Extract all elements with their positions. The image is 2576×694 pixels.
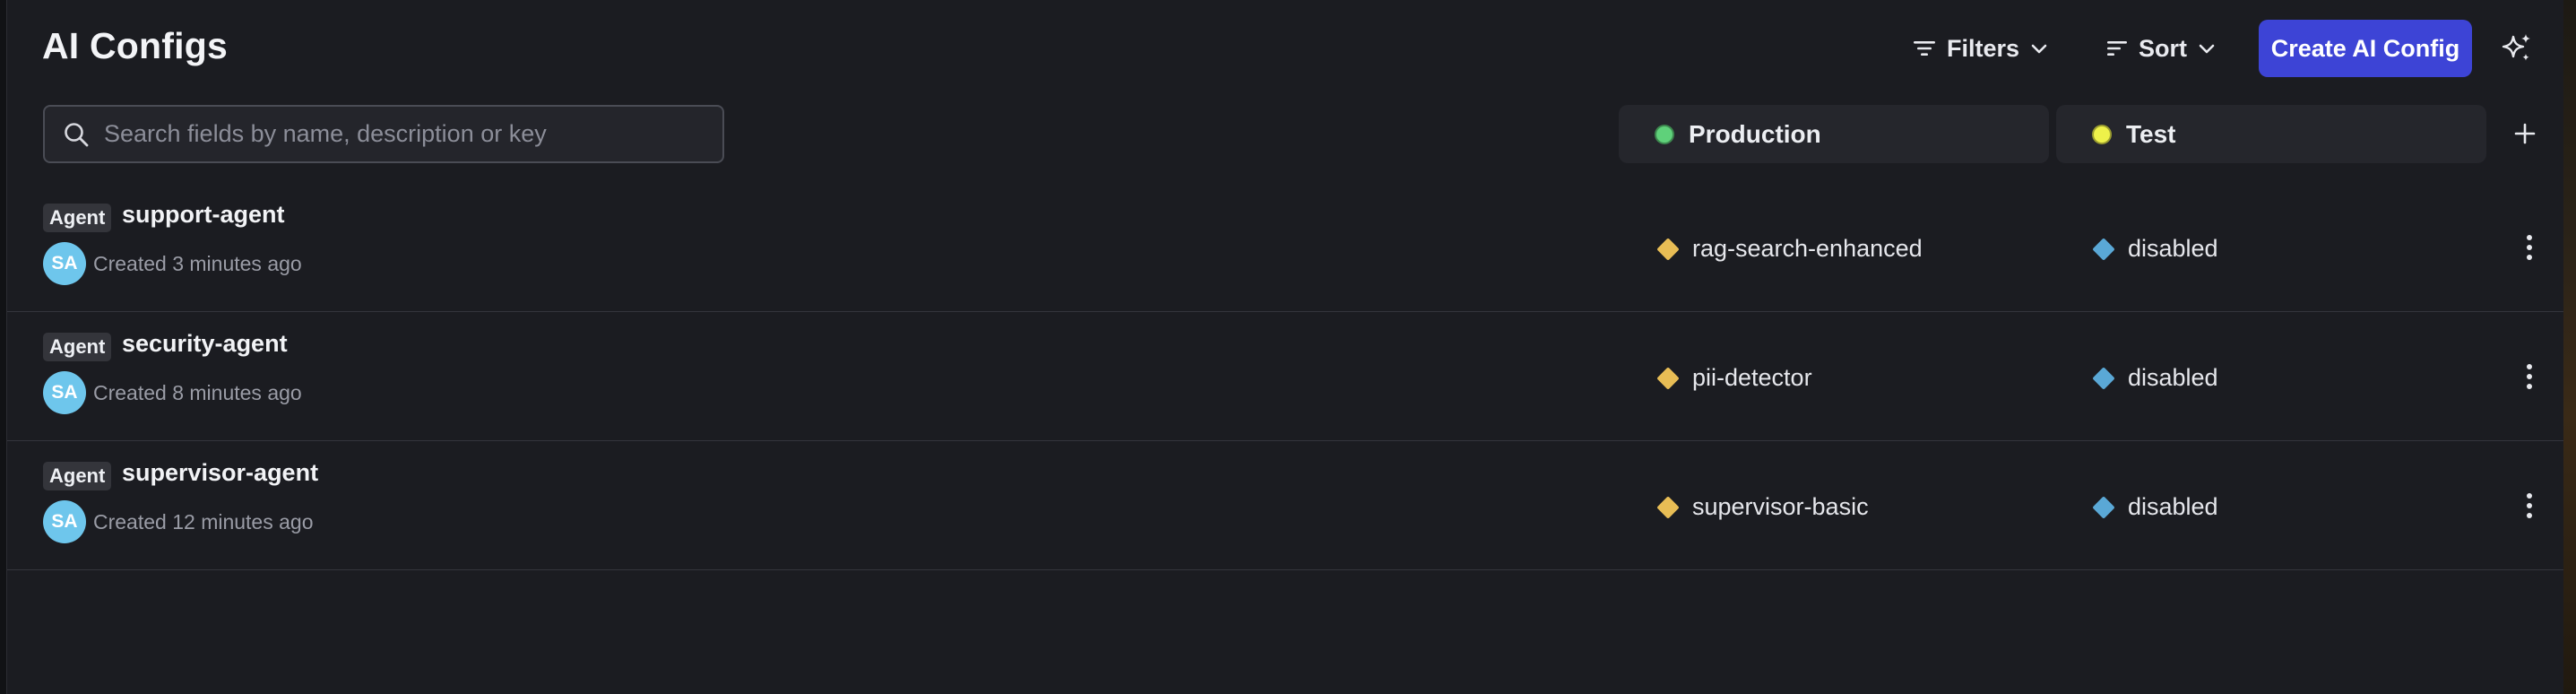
sort-label: Sort [2139,34,2187,62]
sort-icon [2107,41,2127,56]
sparkle-icon [2502,34,2530,61]
production-variation[interactable]: rag-search-enhanced [1656,235,1923,263]
config-row[interactable]: Agent support-agent SA Created 3 minutes… [7,183,2563,312]
diamond-icon [1656,366,1680,390]
plus-icon [2514,123,2536,144]
config-name-link[interactable]: support-agent [122,201,285,229]
create-ai-config-button[interactable]: Create AI Config [2259,20,2472,77]
variation-name: disabled [2128,235,2218,262]
sort-button[interactable]: Sort [2094,20,2228,77]
filters-button[interactable]: Filters [1900,20,2061,77]
production-status-dot [1655,124,1674,144]
config-name-link[interactable]: security-agent [122,330,288,358]
diamond-icon [1656,495,1680,519]
env-tab-label: Production [1689,119,1821,148]
variation-name: pii-detector [1692,364,1812,391]
config-row[interactable]: Agent security-agent SA Created 8 minute… [7,312,2563,441]
right-window-edge [2563,0,2576,694]
more-vertical-icon[interactable] [2513,488,2546,524]
production-variation[interactable]: supervisor-basic [1656,493,1869,521]
created-timestamp: Created 8 minutes ago [93,381,302,404]
avatar: SA [43,500,86,543]
filter-icon [1914,41,1935,56]
config-name-link[interactable]: supervisor-agent [122,459,318,487]
env-tab-production[interactable]: Production [1619,105,2049,163]
left-sidebar-edge [0,0,7,694]
avatar: SA [43,371,86,414]
more-vertical-icon[interactable] [2513,359,2546,395]
diamond-icon [2092,366,2115,390]
diamond-icon [2092,495,2115,519]
kind-badge: Agent [43,204,112,232]
filters-label: Filters [1947,34,2020,62]
created-timestamp: Created 12 minutes ago [93,510,314,534]
variation-name: supervisor-basic [1692,493,1869,520]
search-box [43,105,724,163]
add-environment-button[interactable] [2506,115,2544,152]
ai-configs-page: AI Configs Filters Sort Create AI Config [0,0,2576,694]
production-variation[interactable]: pii-detector [1656,364,1812,392]
created-timestamp: Created 3 minutes ago [93,252,302,275]
page-title: AI Configs [42,25,228,66]
variation-name: disabled [2128,493,2218,520]
more-vertical-icon[interactable] [2513,230,2546,265]
config-row[interactable]: Agent supervisor-agent SA Created 12 min… [7,441,2563,570]
test-variation[interactable]: disabled [2092,493,2218,521]
search-icon [61,119,91,150]
diamond-icon [1656,237,1680,261]
avatar: SA [43,242,86,285]
test-variation[interactable]: disabled [2092,364,2218,392]
variation-name: disabled [2128,364,2218,391]
search-input[interactable] [104,107,722,161]
kind-badge: Agent [43,462,112,490]
kind-badge: Agent [43,333,112,361]
ai-assist-button[interactable] [2499,30,2535,66]
diamond-icon [2092,237,2115,261]
test-variation[interactable]: disabled [2092,235,2218,263]
env-tab-test[interactable]: Test [2056,105,2486,163]
test-status-dot [2092,124,2112,144]
chevron-down-icon [2031,44,2047,54]
variation-name: rag-search-enhanced [1692,235,1923,262]
chevron-down-icon [2199,44,2215,54]
env-tab-label: Test [2126,119,2176,148]
